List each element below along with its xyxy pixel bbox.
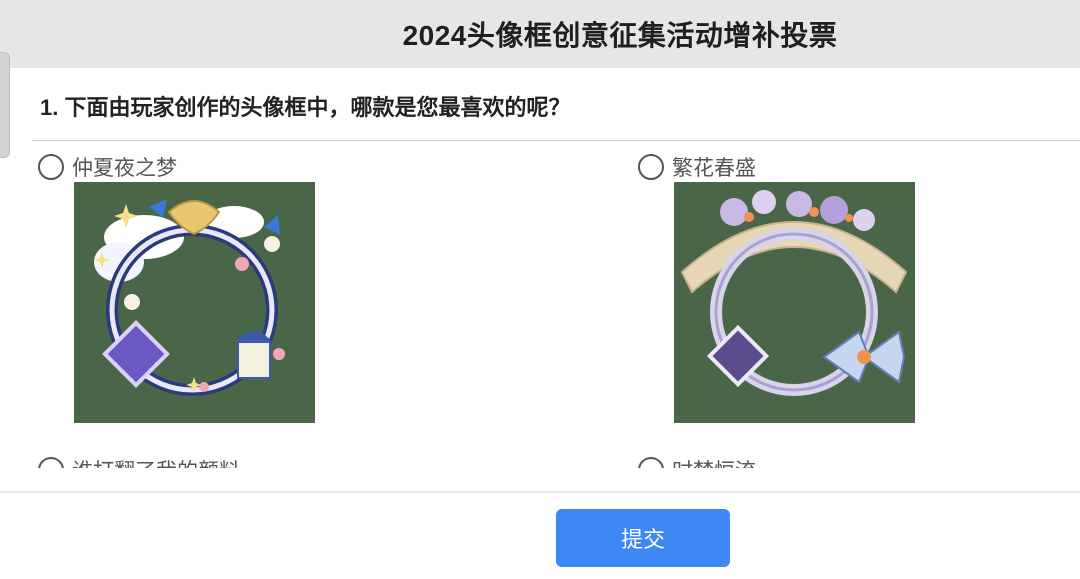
avatar-frame-midsummer-icon [94, 199, 285, 396]
survey-title: 2024头像框创意征集活动增补投票 [402, 20, 838, 51]
avatar-frame-spring-image[interactable] [674, 182, 915, 423]
survey-header: 2024头像框创意征集活动增补投票 [0, 0, 1080, 68]
option-label: 仲夏夜之梦 [72, 157, 177, 180]
option-timeless-dream[interactable]: 时梦恒流 [638, 455, 938, 468]
radio-button[interactable] [638, 154, 664, 180]
option-spring-blossoms[interactable]: 繁花春盛 [638, 152, 756, 182]
option-label: 繁花春盛 [672, 157, 756, 180]
option-midsummer[interactable]: 仲夏夜之梦 [38, 152, 177, 182]
footer-divider [0, 491, 1080, 493]
option-label: 时梦恒流 [672, 455, 756, 468]
side-drawer-handle[interactable] [0, 52, 10, 158]
question-title: 1. 下面由玩家创作的头像框中，哪款是您最喜欢的呢？ [40, 95, 571, 120]
option-paint-spilled[interactable]: 谁打翻了我的颜料 [38, 455, 338, 468]
option-label: 谁打翻了我的颜料 [72, 455, 240, 468]
question-divider [32, 140, 1080, 141]
submit-button[interactable]: 提交 [556, 509, 730, 567]
radio-button[interactable] [38, 457, 64, 468]
radio-button[interactable] [638, 457, 664, 468]
avatar-frame-midsummer-image[interactable] [74, 182, 315, 423]
avatar-frame-spring-icon [680, 190, 908, 396]
radio-button[interactable] [38, 154, 64, 180]
